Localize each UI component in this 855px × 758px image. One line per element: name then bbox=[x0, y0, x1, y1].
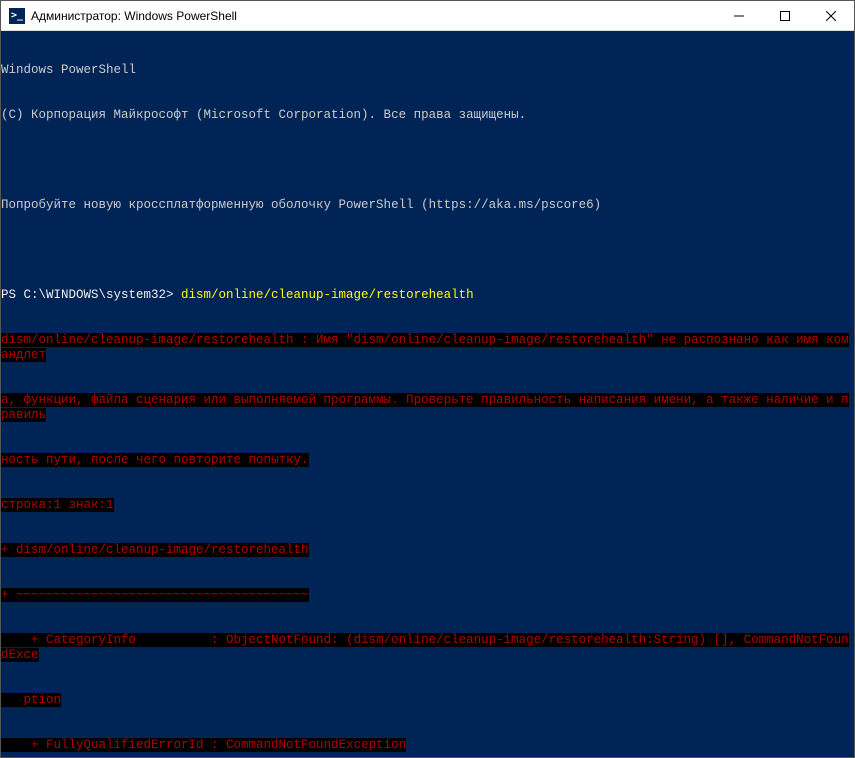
prompt-line-1: PS C:\WINDOWS\system32> dism/online/clea… bbox=[1, 288, 854, 303]
blank-line bbox=[1, 153, 854, 168]
error-text: + FullyQualifiedErrorId : CommandNotFoun… bbox=[1, 738, 406, 752]
header-line-1: Windows PowerShell bbox=[1, 63, 854, 78]
window-title: Администратор: Windows PowerShell bbox=[31, 9, 716, 23]
error-text: а, функции, файла сценария или выполняем… bbox=[1, 393, 849, 422]
error-line: а, функции, файла сценария или выполняем… bbox=[1, 393, 854, 423]
error-line: dism/online/cleanup-image/restorehealth … bbox=[1, 333, 854, 363]
error-text: + ~~~~~~~~~~~~~~~~~~~~~~~~~~~~~~~~~~~~~~… bbox=[1, 588, 309, 602]
minimize-button[interactable] bbox=[716, 1, 762, 31]
error-text: + dism/online/cleanup-image/restorehealt… bbox=[1, 543, 309, 557]
error-line: строка:1 знак:1 bbox=[1, 498, 854, 513]
maximize-icon bbox=[780, 11, 790, 21]
error-line: + FullyQualifiedErrorId : CommandNotFoun… bbox=[1, 738, 854, 753]
error-text: ption bbox=[1, 693, 61, 707]
command-text: dism/online/cleanup-image/restorehealth bbox=[181, 288, 474, 302]
try-new-shell-line: Попробуйте новую кроссплатформенную обол… bbox=[1, 198, 854, 213]
error-text: ность пути, после чего повторите попытку… bbox=[1, 453, 309, 467]
error-text: + CategoryInfo : ObjectNotFound: (dism/o… bbox=[1, 633, 849, 662]
powershell-window: >_ Администратор: Windows PowerShell Win… bbox=[0, 0, 855, 758]
close-button[interactable] bbox=[808, 1, 854, 31]
prompt-prefix: PS C:\WINDOWS\system32> bbox=[1, 288, 181, 302]
close-icon bbox=[826, 11, 836, 21]
terminal-area[interactable]: Windows PowerShell (C) Корпорация Майкро… bbox=[1, 31, 854, 757]
error-line: ность пути, после чего повторите попытку… bbox=[1, 453, 854, 468]
error-line: + CategoryInfo : ObjectNotFound: (dism/o… bbox=[1, 633, 854, 663]
header-line-2: (C) Корпорация Майкрософт (Microsoft Cor… bbox=[1, 108, 854, 123]
error-text: строка:1 знак:1 bbox=[1, 498, 114, 512]
minimize-icon bbox=[734, 11, 744, 21]
powershell-icon: >_ bbox=[9, 8, 25, 24]
titlebar[interactable]: >_ Администратор: Windows PowerShell bbox=[1, 1, 854, 31]
error-text: dism/online/cleanup-image/restorehealth … bbox=[1, 333, 849, 362]
error-line: ption bbox=[1, 693, 854, 708]
error-line: + ~~~~~~~~~~~~~~~~~~~~~~~~~~~~~~~~~~~~~~… bbox=[1, 588, 854, 603]
error-line: + dism/online/cleanup-image/restorehealt… bbox=[1, 543, 854, 558]
blank-line bbox=[1, 243, 854, 258]
maximize-button[interactable] bbox=[762, 1, 808, 31]
window-controls bbox=[716, 1, 854, 31]
